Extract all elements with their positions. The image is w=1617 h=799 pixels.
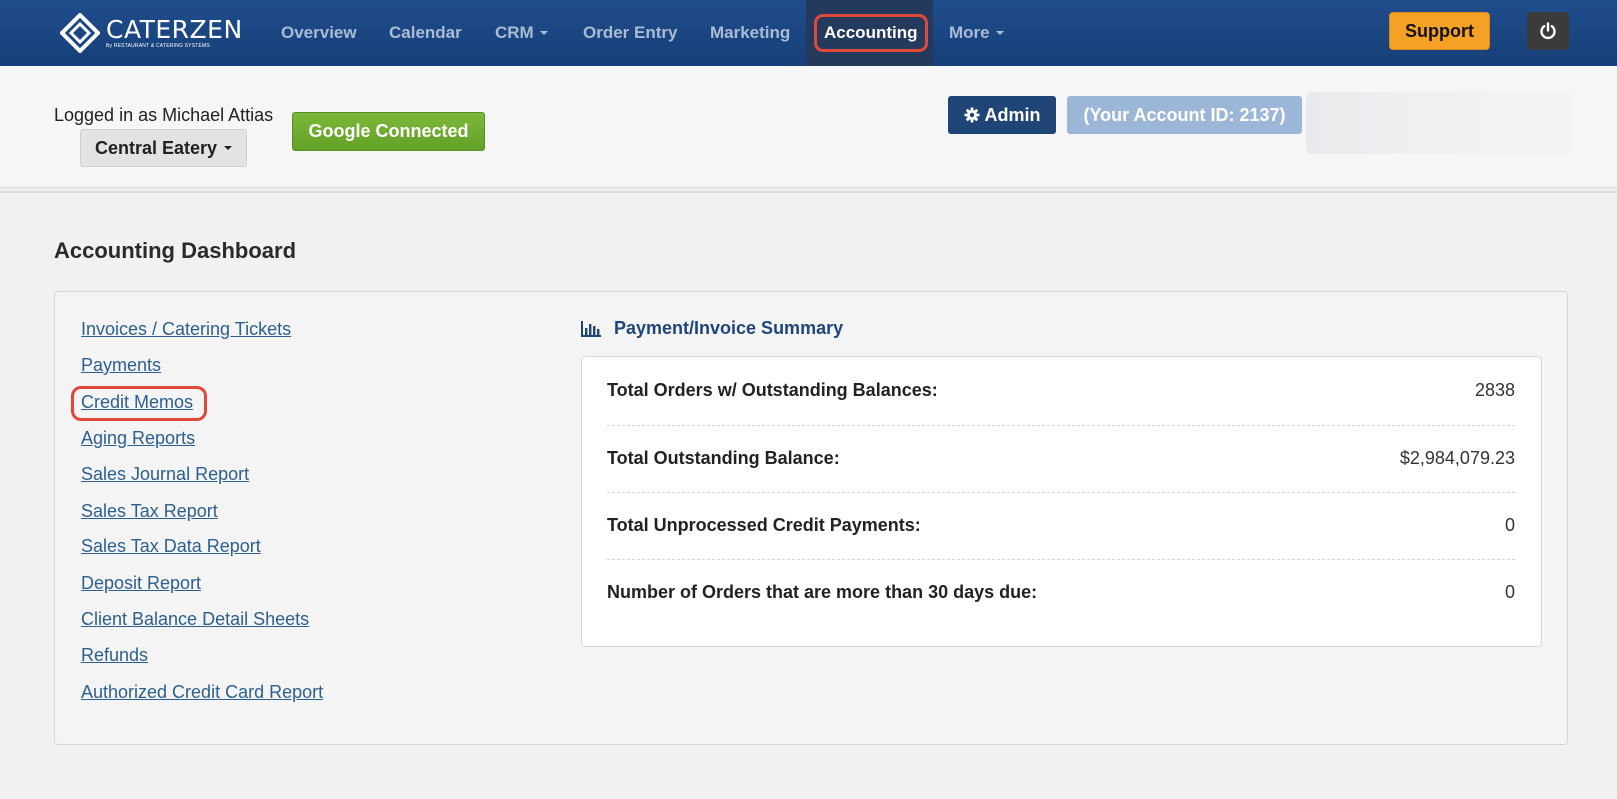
nav-order-entry-label: Order Entry xyxy=(583,23,678,42)
brand-name: CATERZEN xyxy=(106,14,243,44)
nav-accounting[interactable]: Accounting xyxy=(806,0,933,66)
chevron-down-icon xyxy=(224,146,233,150)
nav-calendar[interactable]: Calendar xyxy=(389,0,462,66)
top-navbar: CATERZEN By RESTAURANT & CATERING SYSTEM… xyxy=(0,0,1617,66)
summary-value: $2,984,079.23 xyxy=(1399,448,1515,468)
link-client-balance-detail-sheets[interactable]: Client Balance Detail Sheets xyxy=(81,609,309,630)
nav-overview[interactable]: Overview xyxy=(281,0,357,66)
location-dropdown[interactable]: Central Eatery xyxy=(80,129,247,167)
bar-chart-icon xyxy=(581,320,601,337)
link-credit-memos[interactable]: Credit Memos xyxy=(81,392,193,413)
summary-heading: Payment/Invoice Summary xyxy=(581,318,843,339)
link-sales-tax-report[interactable]: Sales Tax Report xyxy=(81,501,218,522)
nav-calendar-label: Calendar xyxy=(389,23,462,42)
caterzen-logo[interactable]: CATERZEN By RESTAURANT & CATERING SYSTEM… xyxy=(60,12,243,54)
summary-label: Number of Orders that are more than 30 d… xyxy=(607,582,1038,602)
logged-in-text: Logged in as Michael Attias xyxy=(54,105,274,125)
link-deposit-report[interactable]: Deposit Report xyxy=(81,573,201,594)
power-icon xyxy=(1540,22,1556,40)
logout-button[interactable] xyxy=(1527,12,1569,50)
nav-crm[interactable]: CRM xyxy=(495,0,548,66)
divider xyxy=(0,191,1617,193)
chevron-down-icon xyxy=(539,31,548,35)
nav-crm-label: CRM xyxy=(495,23,534,42)
summary-label: Total Orders w/ Outstanding Balances: xyxy=(607,380,938,400)
chevron-down-icon xyxy=(995,31,1004,35)
nav-overview-label: Overview xyxy=(281,23,357,42)
summary-row: Total Orders w/ Outstanding Balances: 28… xyxy=(607,357,1515,424)
admin-button[interactable]: Admin xyxy=(948,96,1056,134)
nav-more[interactable]: More xyxy=(949,0,1004,66)
link-sales-journal-report[interactable]: Sales Journal Report xyxy=(81,464,249,485)
summary-value: 2838 xyxy=(1474,380,1515,400)
link-payments[interactable]: Payments xyxy=(81,355,161,376)
summary-card: Total Orders w/ Outstanding Balances: 28… xyxy=(581,356,1542,647)
google-connected-button[interactable]: Google Connected xyxy=(292,112,485,151)
nav-more-label: More xyxy=(949,23,990,42)
account-id-badge: (Your Account ID: 2137) xyxy=(1067,96,1302,134)
brand-tagline: By RESTAURANT & CATERING SYSTEMS xyxy=(106,42,210,49)
nav-order-entry[interactable]: Order Entry xyxy=(583,0,677,66)
summary-row: Number of Orders that are more than 30 d… xyxy=(607,559,1515,626)
blurred-region xyxy=(1306,92,1572,154)
admin-label: Admin xyxy=(984,104,1041,125)
summary-value: 0 xyxy=(1504,515,1515,535)
link-sales-tax-data-report[interactable]: Sales Tax Data Report xyxy=(81,536,261,557)
summary-row: Total Unprocessed Credit Payments: 0 xyxy=(607,492,1515,559)
location-label: Central Eatery xyxy=(94,137,218,158)
nav-marketing-label: Marketing xyxy=(710,23,791,42)
summary-label: Total Unprocessed Credit Payments: xyxy=(607,515,921,535)
link-authorized-credit-card-report[interactable]: Authorized Credit Card Report xyxy=(81,682,323,703)
summary-row: Total Outstanding Balance: $2,984,079.23 xyxy=(607,425,1515,492)
support-button[interactable]: Support xyxy=(1389,12,1490,50)
nav-marketing[interactable]: Marketing xyxy=(710,0,790,66)
nav-accounting-label: Accounting xyxy=(814,14,928,52)
page-title: Accounting Dashboard xyxy=(54,238,297,263)
caterzen-logo-icon xyxy=(60,13,100,53)
gear-icon xyxy=(964,107,979,123)
summary-label: Total Outstanding Balance: xyxy=(607,448,840,468)
summary-title: Payment/Invoice Summary xyxy=(614,318,844,338)
link-refunds[interactable]: Refunds xyxy=(81,645,148,666)
summary-value: 0 xyxy=(1504,582,1515,602)
link-invoices-catering-tickets[interactable]: Invoices / Catering Tickets xyxy=(81,319,291,340)
link-aging-reports[interactable]: Aging Reports xyxy=(81,428,195,449)
